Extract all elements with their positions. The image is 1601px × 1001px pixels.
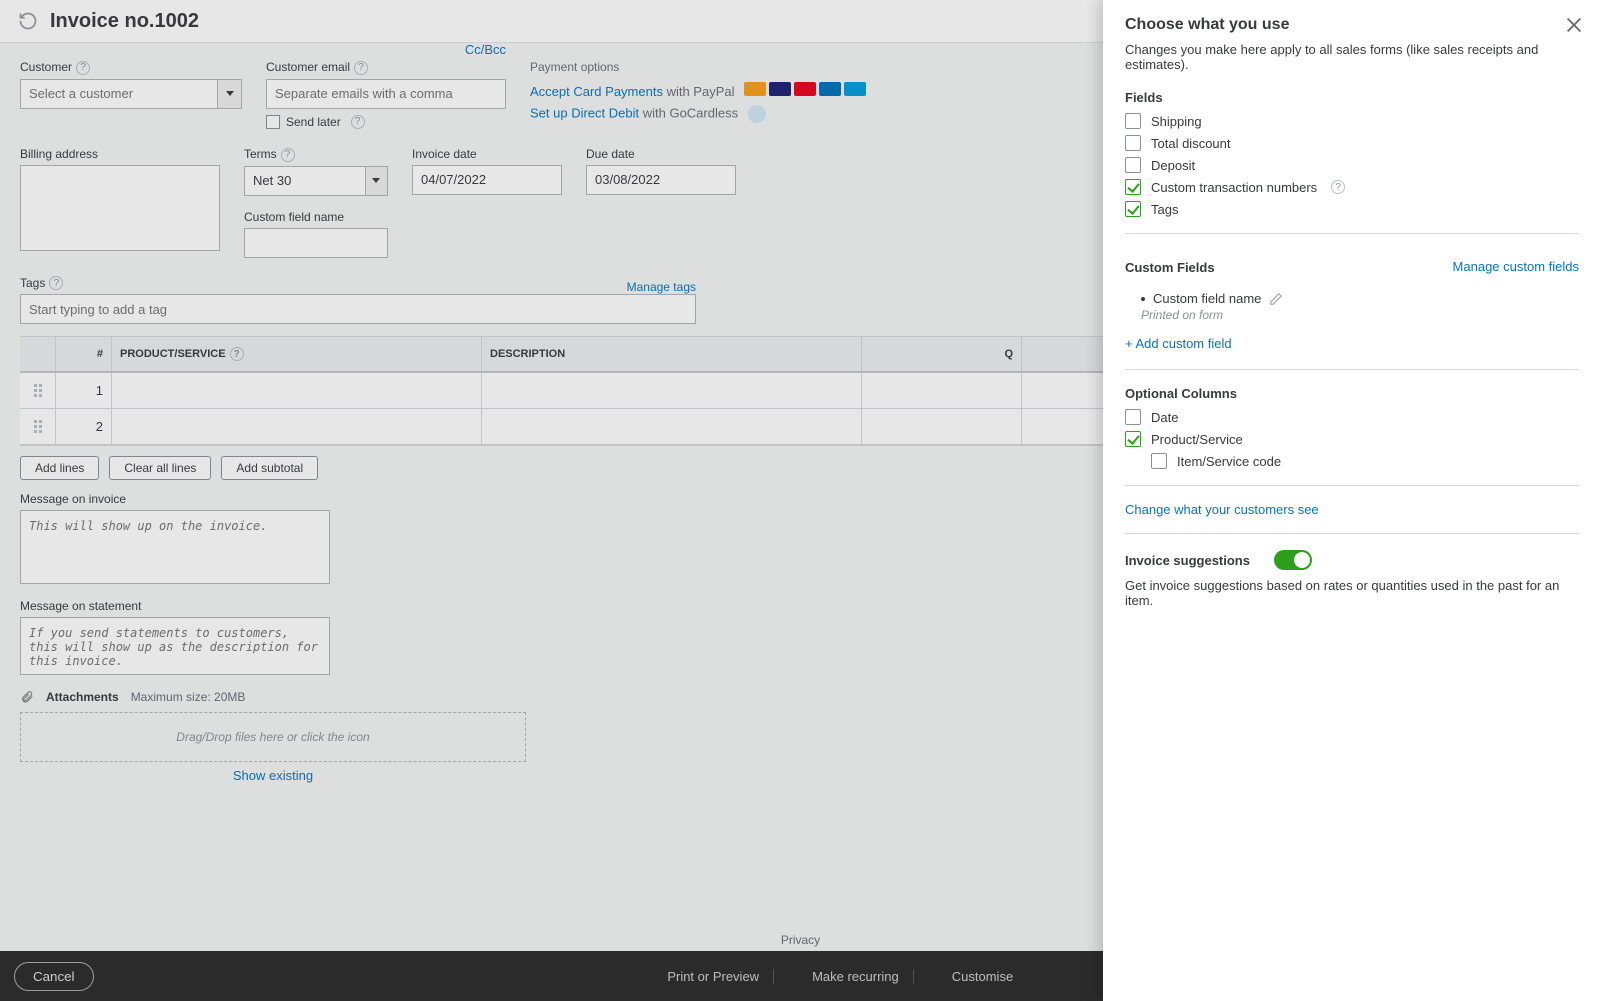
drawer-subtitle: Changes you make here apply to all sales… [1125, 42, 1579, 72]
fields-section-title: Fields [1125, 90, 1579, 105]
field-custom-txn-label: Custom transaction numbers [1151, 180, 1317, 195]
close-icon[interactable] [1563, 14, 1585, 36]
field-total-discount-label: Total discount [1151, 136, 1231, 151]
opt-product-checkbox[interactable] [1125, 431, 1141, 447]
settings-drawer: Choose what you use Changes you make her… [1103, 0, 1601, 1001]
help-icon[interactable]: ? [1331, 180, 1345, 194]
field-tags-checkbox[interactable] [1125, 201, 1141, 217]
add-custom-field-link[interactable]: + Add custom field [1125, 336, 1232, 351]
field-tags-label: Tags [1151, 202, 1178, 217]
manage-custom-fields-link[interactable]: Manage custom fields [1453, 259, 1579, 274]
invoice-suggestions-title: Invoice suggestions [1125, 553, 1250, 568]
field-total-discount-checkbox[interactable] [1125, 135, 1141, 151]
pencil-icon[interactable] [1269, 292, 1283, 306]
field-shipping-label: Shipping [1151, 114, 1202, 129]
opt-item-code-checkbox[interactable] [1151, 453, 1167, 469]
opt-item-code-label: Item/Service code [1177, 454, 1281, 469]
drawer-title: Choose what you use [1125, 16, 1579, 34]
optional-columns-title: Optional Columns [1125, 386, 1579, 401]
invoice-suggestions-toggle[interactable] [1274, 550, 1312, 570]
bullet-icon [1141, 297, 1145, 301]
opt-date-checkbox[interactable] [1125, 409, 1141, 425]
custom-fields-title: Custom Fields [1125, 260, 1215, 275]
opt-product-label: Product/Service [1151, 432, 1243, 447]
field-deposit-label: Deposit [1151, 158, 1195, 173]
field-deposit-checkbox[interactable] [1125, 157, 1141, 173]
custom-field-sub: Printed on form [1141, 308, 1579, 322]
field-custom-txn-checkbox[interactable] [1125, 179, 1141, 195]
invoice-suggestions-note: Get invoice suggestions based on rates o… [1125, 578, 1579, 608]
opt-date-label: Date [1151, 410, 1178, 425]
field-shipping-checkbox[interactable] [1125, 113, 1141, 129]
change-customers-link[interactable]: Change what your customers see [1125, 502, 1319, 517]
custom-field-item: Custom field name [1153, 291, 1261, 306]
